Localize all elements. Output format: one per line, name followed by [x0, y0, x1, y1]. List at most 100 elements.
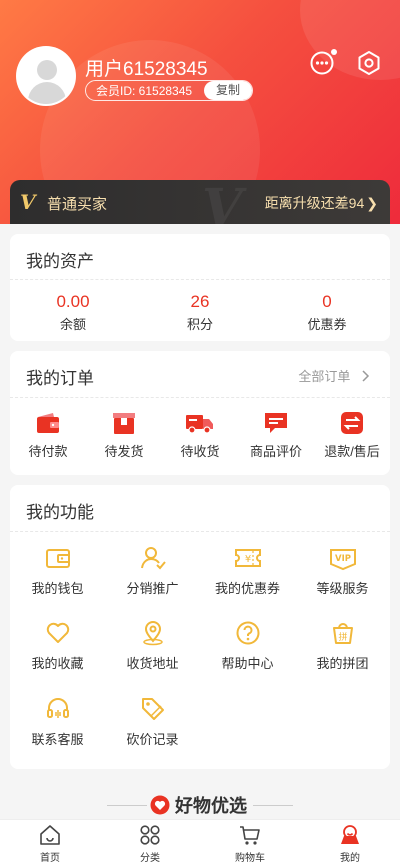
category-icon: [140, 825, 160, 845]
order-pending-payment[interactable]: 待付款: [10, 411, 86, 460]
assets-title: 我的资产: [26, 252, 94, 271]
tab-label: 我的: [340, 853, 360, 864]
function-label: 分销推广: [126, 581, 179, 596]
vip-upgrade-text: 距离升级还差94: [264, 195, 365, 211]
function-label: 我的优惠券: [214, 581, 280, 596]
heart-icon: [46, 622, 69, 643]
help-icon: [236, 621, 259, 645]
asset-label: 余额: [59, 317, 86, 332]
member-id-label: 会员ID: 61528345: [96, 84, 193, 98]
copy-button[interactable]: 复制: [204, 81, 252, 100]
order-label: 退款/售后: [324, 444, 380, 459]
order-pending-receipt[interactable]: 待收货: [162, 411, 238, 460]
asset-coupons[interactable]: 0 优惠券: [264, 292, 390, 333]
function-label: 收货地址: [126, 656, 179, 671]
svg-text:拼: 拼: [338, 631, 347, 643]
avatar[interactable]: [16, 46, 76, 106]
tab-cart[interactable]: 购物车: [200, 824, 300, 864]
message-dot: [331, 49, 337, 55]
tab-category[interactable]: 分类: [100, 824, 200, 864]
user-name: 用户61528345: [85, 59, 208, 80]
profile-header: 用户61528345 会员ID: 61528345 复制 V 普通买家 V 距离…: [0, 0, 400, 224]
heart-badge-icon: [150, 795, 170, 815]
function-coupons[interactable]: ¥ 我的优惠券: [200, 545, 295, 597]
tab-label: 首页: [40, 853, 60, 864]
function-favorites[interactable]: 我的收藏: [10, 620, 105, 672]
chevron-right-icon: [362, 370, 370, 382]
vip-upgrade[interactable]: 距离升级还差94 ❯: [265, 193, 378, 213]
vip-level: 普通买家: [47, 196, 108, 213]
function-label: 帮助中心: [221, 656, 274, 671]
tab-mine[interactable]: 我的: [300, 824, 400, 864]
asset-label: 优惠券: [307, 317, 347, 332]
bottom-tab-bar: 首页 分类 购物车 我的: [0, 819, 400, 867]
order-pending-shipment[interactable]: 待发货: [86, 411, 162, 460]
function-address[interactable]: 收货地址: [105, 620, 200, 672]
svg-text:VIP: VIP: [335, 554, 351, 564]
asset-label: 积分: [186, 317, 213, 332]
asset-points[interactable]: 26 积分: [137, 292, 263, 333]
location-icon: [142, 621, 163, 646]
member-id-box: 会员ID: 61528345 复制: [85, 80, 253, 101]
group-buy-icon: 拼: [332, 623, 353, 644]
chevron-right-icon: ❯: [366, 195, 378, 211]
truck-icon: [186, 415, 213, 434]
function-label: 我的钱包: [31, 581, 84, 596]
function-help[interactable]: 帮助中心: [200, 620, 295, 672]
vip-bar[interactable]: V 普通买家 V 距离升级还差94 ❯: [10, 178, 390, 224]
svg-text:¥: ¥: [244, 554, 250, 565]
vip-icon: VIP: [329, 549, 356, 571]
assets-card: 我的资产 0.00 余额 26 积分 0 优惠券: [10, 234, 390, 341]
functions-title: 我的功能: [26, 503, 94, 522]
recommend-section: 好物优选: [0, 790, 400, 820]
wallet-icon: [37, 413, 59, 433]
function-label: 我的收藏: [31, 656, 84, 671]
tab-label: 购物车: [235, 853, 265, 864]
functions-card: 我的功能 我的钱包 分销推广 ¥ 我的优惠券 VIP 等级服务 我的收藏 收货地…: [10, 485, 390, 769]
all-orders-link[interactable]: 全部订单: [298, 366, 372, 385]
orders-title: 我的订单: [26, 369, 94, 388]
function-label: 联系客服: [31, 732, 84, 747]
cart-icon: [240, 826, 260, 845]
order-label: 商品评价: [249, 444, 302, 459]
settings-hexagon-icon[interactable]: [355, 49, 383, 77]
order-review[interactable]: 商品评价: [238, 411, 314, 460]
order-label: 待付款: [28, 444, 68, 459]
coupon-icon: ¥: [234, 549, 261, 567]
order-label: 待发货: [104, 444, 144, 459]
vip-badge: V: [20, 190, 36, 214]
divider: [10, 279, 390, 280]
asset-value: 26: [190, 292, 210, 311]
function-vip[interactable]: VIP 等级服务: [295, 545, 390, 597]
order-label: 待收货: [180, 444, 220, 459]
tab-home[interactable]: 首页: [0, 824, 100, 864]
refund-icon: [341, 412, 363, 434]
headset-icon: [46, 698, 69, 718]
people-icon: [140, 547, 166, 570]
function-customer-service[interactable]: 联系客服: [10, 696, 105, 748]
function-label: 我的拼团: [316, 656, 369, 671]
divider: [10, 531, 390, 532]
recommend-title-text: 好物优选: [175, 796, 247, 816]
user-icon: [341, 825, 359, 844]
function-wallet[interactable]: 我的钱包: [10, 545, 105, 597]
divider: [107, 805, 147, 806]
divider: [253, 805, 293, 806]
tab-label: 分类: [140, 853, 160, 864]
orders-card: 我的订单 全部订单 待付款 待发货 待收货 商品评价 退款/售后: [10, 351, 390, 475]
function-group-buy[interactable]: 拼 我的拼团: [295, 620, 390, 672]
recommend-title: 好物优选: [150, 792, 247, 818]
function-bargain[interactable]: 砍价记录: [105, 696, 200, 748]
asset-balance[interactable]: 0.00 余额: [10, 292, 136, 333]
wallet-icon: [45, 549, 70, 568]
comment-icon: [265, 413, 287, 433]
function-label: 砍价记录: [126, 732, 179, 747]
order-refund[interactable]: 退款/售后: [314, 411, 390, 460]
all-orders-label: 全部订单: [298, 369, 351, 384]
package-icon: [113, 413, 135, 434]
function-distribution[interactable]: 分销推广: [105, 545, 200, 597]
asset-value: 0: [322, 292, 332, 311]
asset-value: 0.00: [56, 292, 90, 311]
vip-watermark: V: [202, 178, 243, 224]
bargain-tag-icon: [141, 698, 164, 720]
